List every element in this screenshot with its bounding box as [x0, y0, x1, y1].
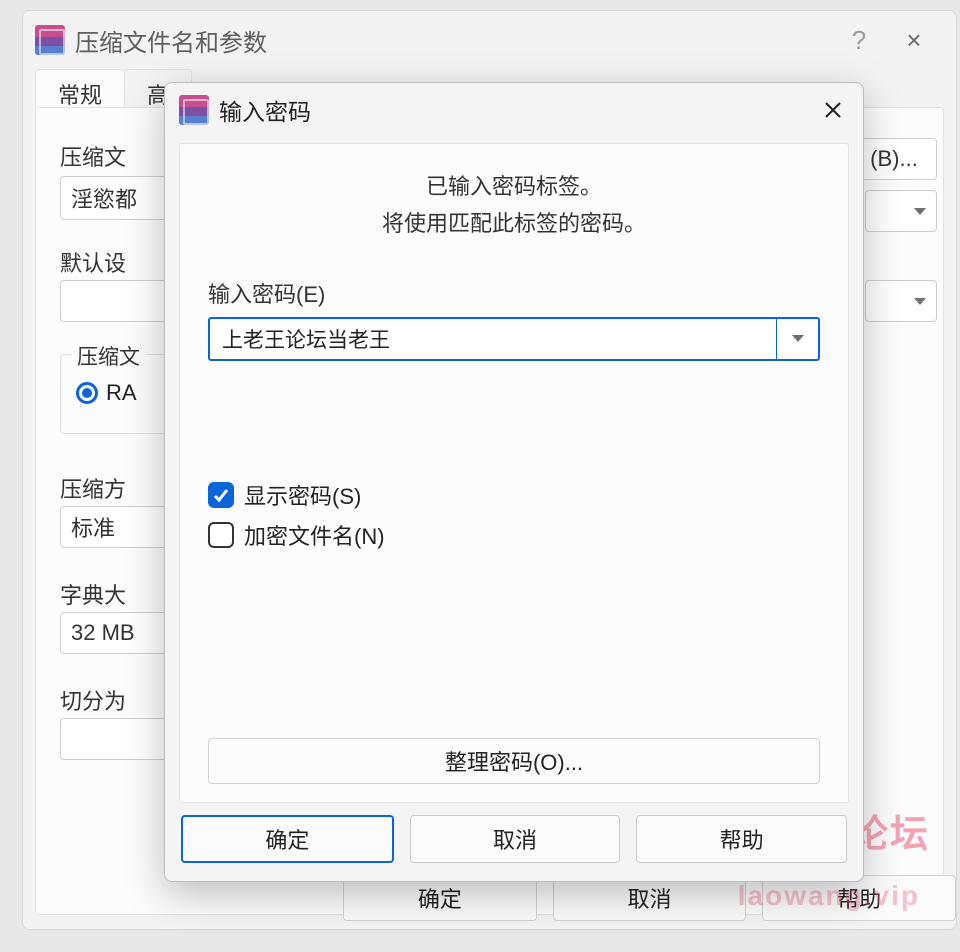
filename-text-partial: 淫慾都: [71, 182, 137, 214]
chevron-down-icon: [792, 335, 804, 342]
format-rar-label: RA: [106, 380, 137, 406]
enter-password-dialog: 输入密码 已输入密码标签。 将使用匹配此标签的密码。 输入密码(E) 显示密码(…: [164, 82, 864, 882]
close-icon: [824, 101, 842, 119]
dict-select-partial[interactable]: 32 MB: [60, 612, 170, 654]
message-line-1: 已输入密码标签。: [208, 168, 820, 205]
method-value: 标准: [71, 511, 115, 543]
password-dialog-titlebar: 输入密码: [165, 83, 863, 137]
close-icon[interactable]: ×: [884, 25, 944, 56]
chevron-down-icon: [914, 298, 926, 305]
organize-passwords-button[interactable]: 整理密码(O)...: [208, 738, 820, 784]
chevron-down-icon: [914, 208, 926, 215]
method-select-partial[interactable]: 标准: [60, 506, 170, 548]
show-password-checkbox[interactable]: [208, 482, 234, 508]
format-group-title: 压缩文: [71, 341, 146, 371]
close-button[interactable]: [813, 90, 853, 130]
password-combobox[interactable]: [208, 317, 820, 361]
format-rar-radio[interactable]: RA: [76, 380, 137, 406]
dict-value: 32 MB: [71, 620, 135, 646]
split-label: 切分为: [60, 684, 126, 716]
default-settings-label: 默认设: [60, 246, 126, 278]
filename-value-partial[interactable]: 淫慾都: [60, 176, 170, 220]
filename-label: 压缩文: [60, 140, 126, 172]
archive-params-titlebar: 压缩文件名和参数 ? ×: [23, 11, 956, 69]
password-input[interactable]: [210, 327, 776, 351]
cancel-button[interactable]: 取消: [410, 815, 621, 863]
right-dropdown-1[interactable]: [865, 190, 937, 232]
password-dropdown-button[interactable]: [776, 319, 818, 359]
help-button[interactable]: 帮助: [636, 815, 847, 863]
help-icon[interactable]: ?: [844, 25, 874, 56]
ok-button[interactable]: 确定: [181, 815, 394, 863]
archive-params-title: 压缩文件名和参数: [75, 23, 834, 58]
password-dialog-message: 已输入密码标签。 将使用匹配此标签的密码。: [208, 168, 820, 243]
encrypt-filenames-checkbox-row[interactable]: 加密文件名(N): [208, 519, 820, 551]
default-settings-field-partial[interactable]: [60, 280, 170, 322]
browse-button-label: (B)...: [870, 146, 918, 172]
winrar-icon: [35, 25, 65, 55]
method-label: 压缩方: [60, 472, 126, 504]
password-field-label: 输入密码(E): [208, 277, 820, 309]
show-password-label: 显示密码(S): [244, 479, 361, 511]
winrar-icon: [179, 95, 209, 125]
show-password-checkbox-row[interactable]: 显示密码(S): [208, 479, 820, 511]
message-line-2: 将使用匹配此标签的密码。: [208, 205, 820, 242]
right-dropdown-2[interactable]: [865, 280, 937, 322]
password-dialog-title: 输入密码: [219, 93, 803, 127]
split-field-partial[interactable]: [60, 718, 170, 760]
encrypt-filenames-label: 加密文件名(N): [244, 519, 385, 551]
encrypt-filenames-checkbox[interactable]: [208, 522, 234, 548]
password-dialog-footer: 确定 取消 帮助: [165, 815, 863, 881]
password-dialog-body: 已输入密码标签。 将使用匹配此标签的密码。 输入密码(E) 显示密码(S) 加密…: [179, 143, 849, 803]
dict-label: 字典大: [60, 578, 126, 610]
